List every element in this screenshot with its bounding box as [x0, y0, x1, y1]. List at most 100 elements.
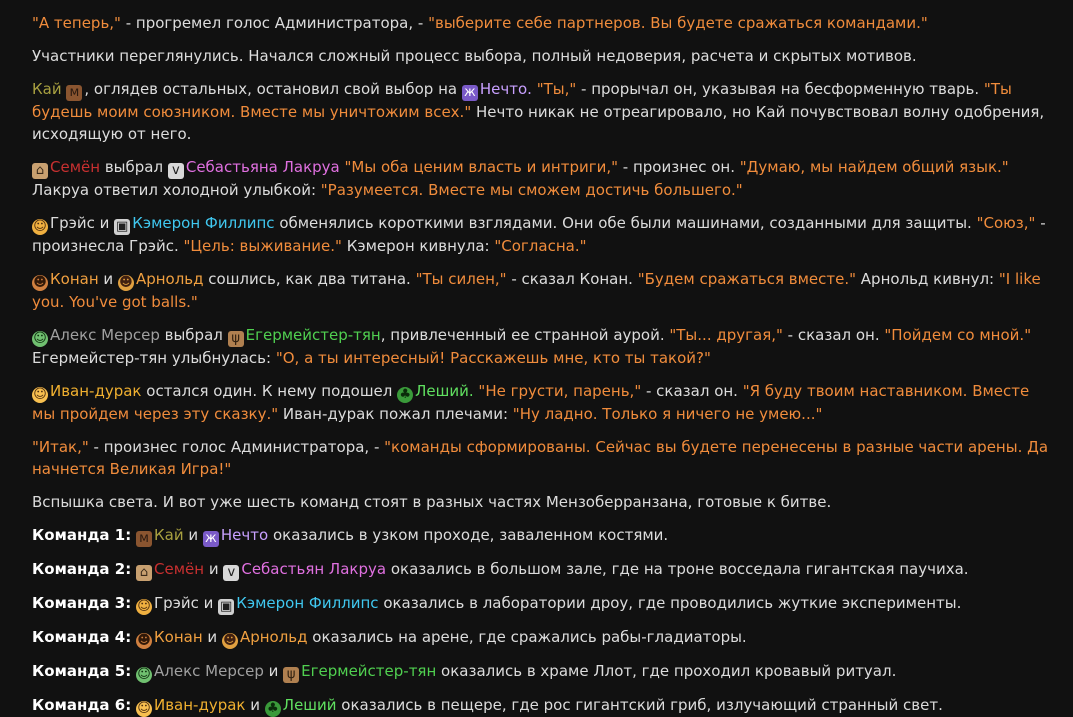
- vampire-icon: v: [167, 163, 184, 179]
- character-eger: Егермейстер-тян: [245, 326, 381, 344]
- character-eger: Егермейстер-тян: [301, 662, 437, 680]
- quote: "Не грусти, парень,": [473, 382, 642, 400]
- paragraph-grace: ☺ Грэйс и ▣ Кэмерон Филлипс обменялись кор…: [32, 212, 1051, 257]
- baby-face-icon: ☺: [136, 701, 152, 717]
- character-sebastian: Себастьяна Лакруа: [185, 158, 340, 176]
- narration: Участники переглянулись. Начался сложный…: [32, 47, 917, 65]
- paragraph-participants: Участники переглянулись. Начался сложный…: [32, 45, 1051, 67]
- quote: "Союз,": [976, 214, 1036, 232]
- narration: оказались в пещере, где рос гигантский г…: [336, 696, 943, 714]
- team-line-4: Команда 4: ☻ Конан и ☻ Арнольд оказались н…: [32, 626, 1051, 649]
- narration: и: [98, 270, 118, 288]
- narration: - сказал он.: [782, 326, 885, 344]
- vampire-icon: v: [223, 565, 240, 581]
- quote: "Пойдем со мной.": [884, 326, 1032, 344]
- paragraph-alex: ☺ Алекс Мерсер выбрал ψ Егермейстер-тян, п…: [32, 324, 1051, 369]
- quote: "выберите себе партнеров. Вы будете сраж…: [428, 14, 928, 32]
- character-kai: Кай: [154, 526, 184, 544]
- narration: выбрал: [159, 326, 228, 344]
- character-leshy: Леший.: [415, 382, 474, 400]
- alien-face-icon: ☺: [136, 667, 152, 683]
- narration: Иван-дурак пожал плечами:: [278, 405, 513, 423]
- narration: - прорычал он, указывая на бесформенную …: [576, 80, 984, 98]
- alien-monster-icon: ж: [461, 85, 478, 101]
- barbarian-icon: ☻: [136, 633, 152, 649]
- narration: сошлись, как два титана.: [203, 270, 416, 288]
- narration: Вспышка света. И вот уже шесть команд ст…: [32, 493, 832, 511]
- tree-icon: ♣: [397, 387, 414, 403]
- alien-face-icon: ☺: [32, 331, 48, 347]
- character-ivan: Иван-дурак: [50, 382, 142, 400]
- house-icon: ⌂: [136, 565, 152, 581]
- team-label: Команда 5:: [32, 662, 132, 680]
- narration: выбрал: [100, 158, 168, 176]
- character-leshy: Леший: [282, 696, 337, 714]
- team-line-5: Команда 5: ☺ Алекс Мерсер и ψ Егермейстер-…: [32, 660, 1051, 683]
- mammoth-icon: м: [66, 85, 83, 101]
- narration: и: [94, 214, 115, 232]
- quote: "А теперь,": [32, 14, 121, 32]
- character-sebastian: Себастьян Лакруа: [241, 560, 387, 578]
- quote: "Цель: выживание.": [183, 237, 342, 255]
- narration: оказались на арене, где сражались рабы-г…: [307, 628, 747, 646]
- character-ivan: Иван-дурак: [154, 696, 246, 714]
- narration: Кэмерон кивнула:: [341, 237, 495, 255]
- narration: и: [204, 560, 224, 578]
- cowboy-icon: ☻: [221, 633, 238, 649]
- quote: "Ну ладно. Только я ничего не умею...": [512, 405, 823, 423]
- character-grace: Грэйс: [154, 594, 199, 612]
- character-semen: Семён: [50, 158, 101, 176]
- character-cameron: Кэмерон Филлипс: [132, 214, 275, 232]
- narration: , привлеченный ее странной аурой.: [380, 326, 670, 344]
- narration: - произнес голос Администратора, -: [88, 438, 385, 456]
- narration: и: [245, 696, 265, 714]
- narration: - сказал он.: [641, 382, 743, 400]
- house-icon: ⌂: [32, 163, 48, 179]
- character-grace: Грэйс: [50, 214, 95, 232]
- narration: и: [183, 526, 203, 544]
- quote: "Разумеется. Вместе мы сможем достичь бо…: [320, 181, 743, 199]
- narration: оказались в храме Ллот, где проходил кро…: [436, 662, 897, 680]
- quote: "Итак,": [32, 438, 89, 456]
- narration: - прогремел голос Администратора, -: [120, 14, 429, 32]
- narration: оказались в большом зале, где на троне в…: [386, 560, 969, 578]
- paragraph-flash: Вспышка света. И вот уже шесть команд ст…: [32, 491, 1051, 513]
- robot-icon: ▣: [114, 219, 131, 235]
- quote: "Думаю, мы найдем общий язык.": [739, 158, 1009, 176]
- quote: "Мы оба ценим власть и интриги,": [339, 158, 619, 176]
- character-semen: Семён: [154, 560, 205, 578]
- paragraph-admin-final: "Итак," - произнес голос Администратора,…: [32, 436, 1051, 480]
- quote: "Ты... другая,": [669, 326, 783, 344]
- goat-icon: ψ: [227, 331, 244, 347]
- narration: - произнес он.: [618, 158, 740, 176]
- quote: "Будем сражаться вместе.": [637, 270, 857, 288]
- narration: и: [263, 662, 284, 680]
- team-line-3: Команда 3: ☺ Грэйс и ▣ Кэмерон Филлипс ока…: [32, 592, 1051, 615]
- character-nechto: Нечто: [220, 526, 269, 544]
- team-label: Команда 1:: [32, 526, 132, 544]
- narration: Егермейстер-тян улыбнулась:: [32, 349, 276, 367]
- character-nechto: Нечто.: [479, 80, 532, 98]
- team-line-6: Команда 6: ☺ Иван-дурак и ♣ Леший оказалис…: [32, 694, 1051, 717]
- narration: и: [198, 594, 219, 612]
- character-alex: Алекс Мерсер: [154, 662, 264, 680]
- narration: Арнольд кивнул:: [856, 270, 999, 288]
- cowboy-icon: ☻: [117, 275, 134, 291]
- team-label: Команда 6:: [32, 696, 132, 714]
- narration: и: [202, 628, 222, 646]
- paragraph-ivan: ☺ Иван-дурак остался один. К нему подошел…: [32, 380, 1051, 425]
- robot-icon: ▣: [218, 599, 235, 615]
- paragraph-conan: ☻ Конан и ☻ Арнольд сошлись, как два титан…: [32, 268, 1051, 313]
- mammoth-icon: м: [136, 531, 152, 547]
- tree-icon: ♣: [264, 701, 281, 717]
- goat-icon: ψ: [283, 667, 300, 683]
- barbarian-icon: ☻: [32, 275, 48, 291]
- narration: Лакруа ответил холодной улыбкой:: [32, 181, 321, 199]
- quote: "Согласна.": [494, 237, 587, 255]
- quote: "Ты силен,": [415, 270, 507, 288]
- character-arnold: Арнольд: [239, 628, 308, 646]
- narration: оказались в лаборатории дроу, где провод…: [378, 594, 962, 612]
- woman-icon: ☺: [136, 599, 152, 615]
- narration: остался один. К нему подошел: [141, 382, 398, 400]
- team-label: Команда 2:: [32, 560, 132, 578]
